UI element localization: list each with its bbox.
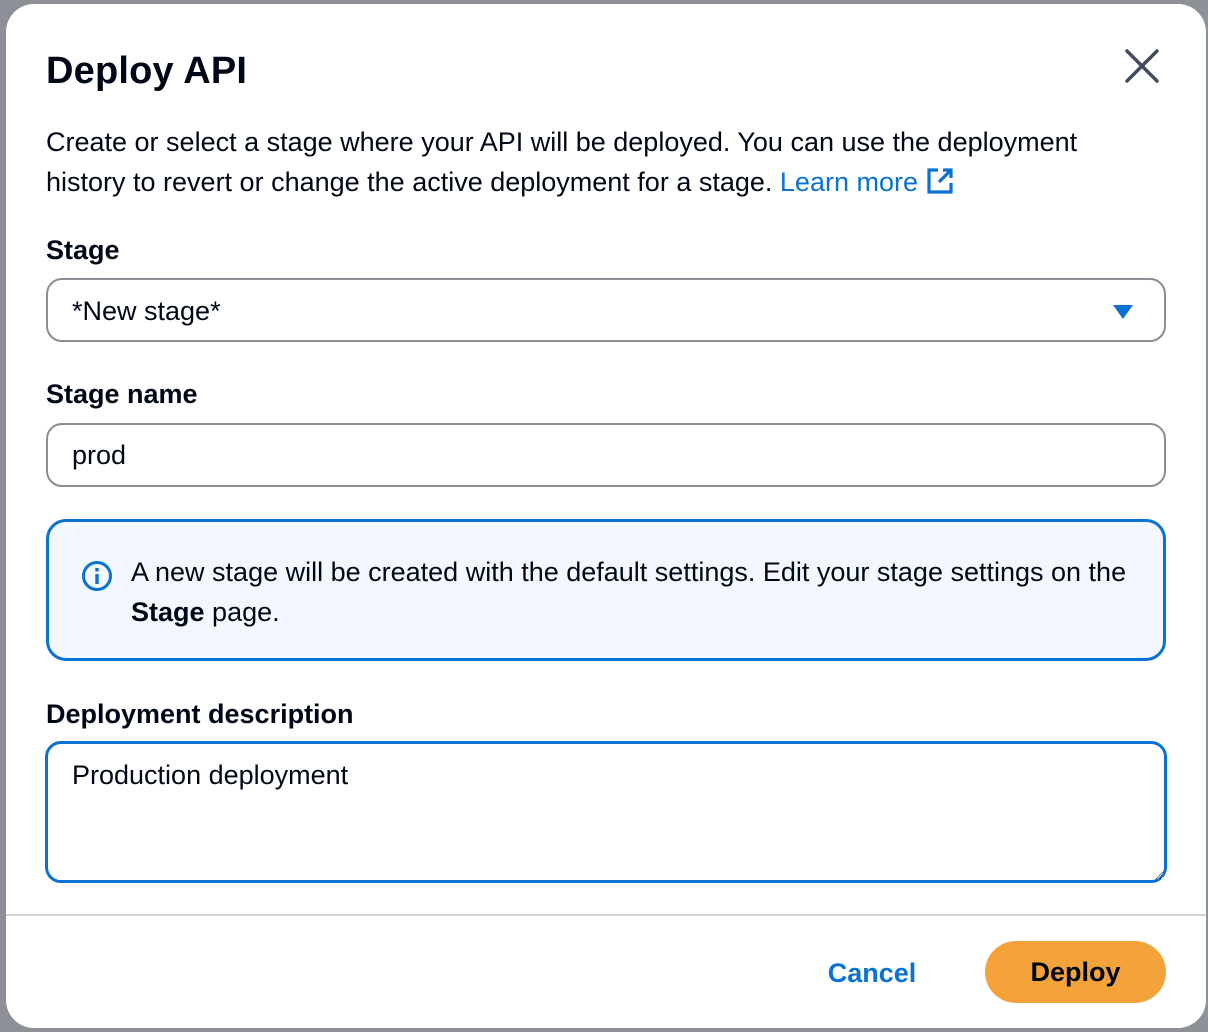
info-text-after: page.	[212, 597, 280, 627]
cancel-button[interactable]: Cancel	[812, 942, 932, 1004]
learn-more-link[interactable]: Learn more	[780, 167, 954, 197]
info-alert-text: A new stage will be created with the def…	[131, 552, 1131, 632]
stage-select-value: *New stage*	[72, 296, 221, 326]
learn-more-label: Learn more	[779, 167, 918, 197]
external-link-icon	[927, 168, 953, 194]
stage-label: Stage	[46, 235, 120, 265]
close-icon	[1125, 49, 1159, 83]
info-alert: A new stage will be created with the def…	[46, 519, 1166, 661]
modal-header: Deploy API	[46, 48, 1166, 98]
stage-select[interactable]: *New stage*	[46, 278, 1166, 342]
deploy-button[interactable]: Deploy	[985, 941, 1166, 1003]
deployment-description-textarea[interactable]: Production deployment	[45, 741, 1167, 883]
stage-name-label: Stage name	[46, 379, 198, 409]
info-icon	[82, 561, 112, 591]
stage-name-input[interactable]	[46, 423, 1166, 487]
footer-divider	[6, 914, 1206, 916]
deploy-api-modal: Deploy API Create or select a stage wher…	[6, 4, 1206, 1028]
caret-down-icon	[1113, 305, 1133, 319]
close-button[interactable]	[1118, 42, 1166, 90]
info-text-before: A new stage will be created with the def…	[131, 557, 1127, 587]
modal-title: Deploy API	[46, 50, 248, 92]
modal-description: Create or select a stage where your API …	[46, 122, 1156, 202]
info-text-bold: Stage	[131, 597, 205, 627]
deployment-description-label: Deployment description	[46, 699, 354, 729]
